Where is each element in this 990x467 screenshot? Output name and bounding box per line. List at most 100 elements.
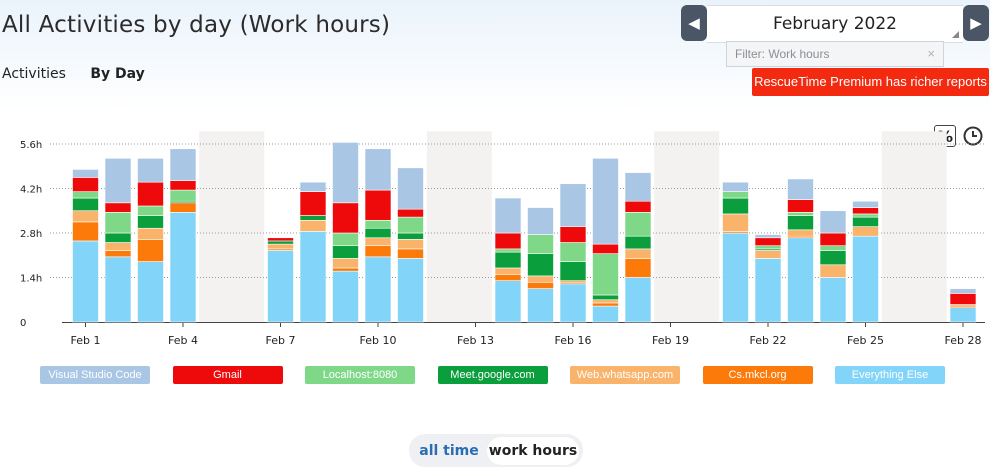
bar-segment	[137, 215, 164, 229]
page-title: All Activities by day (Work hours)	[2, 12, 391, 38]
legend-item[interactable]: Gmail	[172, 366, 283, 384]
bar-segment	[72, 197, 99, 212]
bar-segment	[624, 172, 652, 202]
bar-segment	[169, 212, 197, 323]
bar-segment	[527, 288, 554, 323]
bar-segment	[819, 232, 847, 247]
bar-segment	[494, 274, 522, 281]
legend-item[interactable]: Localhost:8080	[305, 366, 415, 384]
bar-segment	[592, 243, 619, 254]
bar-segment	[104, 158, 132, 204]
bar-segment	[364, 256, 392, 323]
bar-segment	[819, 210, 847, 234]
bar-segment	[592, 305, 619, 323]
bar-segment	[592, 253, 619, 296]
bar-segment	[299, 231, 327, 323]
bar-segment	[299, 215, 327, 221]
triangle-left-icon[interactable]: ◀	[681, 5, 707, 41]
y-tick-label: 0	[20, 318, 26, 329]
bar-segment	[137, 205, 164, 216]
weekend-shade	[881, 131, 947, 322]
subnav-activities[interactable]: Activities	[2, 66, 66, 82]
bar-segment	[332, 258, 359, 269]
bar-segment	[852, 207, 879, 215]
bar-segment	[72, 221, 99, 242]
bar-segment	[624, 258, 652, 278]
bar-segment	[949, 288, 977, 294]
bar-segment	[72, 210, 99, 223]
bar-segment	[332, 142, 359, 204]
legend-item[interactable]: Meet.google.com	[437, 366, 548, 384]
x-tick-label: Feb 1	[71, 334, 101, 347]
bar-segment	[722, 181, 749, 192]
bar-segment	[169, 180, 197, 191]
bar-segment	[104, 212, 132, 234]
y-tick-label: 1.4h	[20, 274, 42, 285]
bar-segment	[624, 248, 652, 259]
triangle-right-icon[interactable]: ▶	[963, 5, 989, 41]
bar-segment	[494, 232, 522, 250]
bar-segment	[592, 302, 619, 307]
bar-segment	[624, 235, 652, 250]
y-tick-label: 4.2h	[20, 185, 42, 196]
bar-segment	[559, 226, 587, 243]
x-tick-label: Feb 13	[457, 334, 494, 347]
bar-segment	[104, 256, 132, 323]
bar-segment	[397, 248, 424, 259]
chart-legend: Visual Studio Code Gmail Localhost:8080 Mee…	[40, 366, 960, 386]
bar-segment	[137, 181, 164, 207]
bar-segment	[137, 158, 164, 183]
x-tick-label: Feb 10	[360, 334, 397, 347]
bar-segment	[72, 177, 99, 192]
bar-segment	[364, 148, 392, 191]
bar-segment	[754, 250, 782, 259]
all-time-option[interactable]: all time	[413, 437, 485, 465]
bar-segment	[72, 240, 99, 323]
bar-segment	[819, 245, 847, 251]
filter-value: Filter: Work hours	[735, 47, 830, 61]
work-hours-option[interactable]: work hours	[487, 437, 579, 465]
filter-input[interactable]: Filter: Work hours ×	[726, 41, 944, 67]
bar-segment	[754, 237, 782, 247]
bar-segment	[559, 261, 587, 281]
clear-filter-icon[interactable]: ×	[927, 42, 935, 66]
bar-segment	[754, 234, 782, 239]
bar-segment	[852, 213, 879, 218]
bar-segment	[787, 199, 814, 213]
bar-segment	[332, 245, 359, 259]
bar-segment	[722, 232, 749, 323]
bar-segment	[722, 191, 749, 199]
bar-segment	[559, 183, 587, 227]
legend-item[interactable]: Cs.mkcl.org	[702, 366, 813, 384]
bar-segment	[137, 239, 164, 262]
x-tick-label: Feb 16	[555, 334, 592, 347]
bar-segment	[819, 264, 847, 278]
bar-segment	[137, 227, 164, 240]
date-picker-label[interactable]: February 2022	[707, 5, 963, 43]
premium-banner[interactable]: RescueTime Premium has richer reports	[752, 68, 989, 96]
legend-item[interactable]: Visual Studio Code	[40, 366, 150, 384]
bar-segment	[397, 232, 424, 240]
bar-segment	[104, 232, 132, 243]
bar-segment	[527, 234, 554, 254]
bar-segment	[104, 242, 132, 251]
bar-segment	[592, 299, 619, 304]
legend-item[interactable]: Web.whatsapp.com	[570, 366, 680, 384]
weekend-shade	[199, 131, 265, 322]
y-tick-label: 5.6h	[20, 140, 42, 151]
bar-segment	[267, 240, 294, 245]
bar-segment	[104, 250, 132, 258]
x-tick-label: Feb 25	[847, 334, 884, 347]
date-picker: ◀ February 2022 ▶	[681, 5, 989, 43]
legend-item[interactable]: Everything Else	[835, 366, 945, 384]
bar-segment	[267, 250, 294, 323]
bar-segment	[949, 307, 977, 323]
subnav: Activities By Day	[2, 66, 165, 82]
x-tick-label: Feb 4	[168, 334, 198, 347]
bar-segment	[852, 235, 879, 323]
bar-segment	[397, 167, 424, 210]
bar-segment	[527, 275, 554, 283]
subnav-by-day[interactable]: By Day	[90, 66, 144, 82]
bar-segment	[364, 245, 392, 258]
bar-segment	[397, 208, 424, 218]
